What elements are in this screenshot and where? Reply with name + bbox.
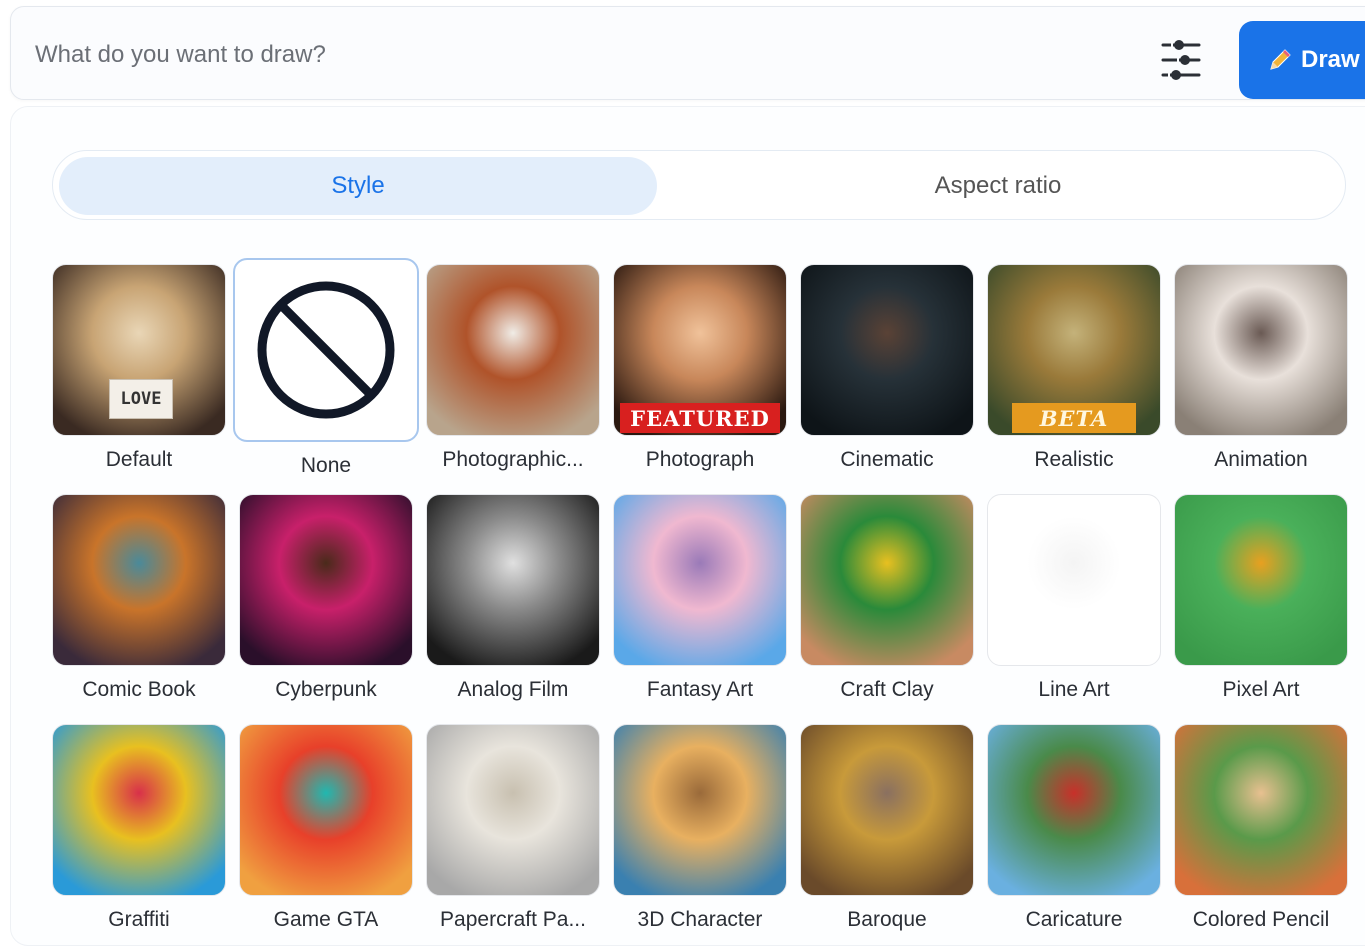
style-label: Photograph (645, 448, 755, 471)
style-thumbnail (239, 494, 413, 666)
style-option[interactable]: Craft Clay (800, 494, 974, 702)
style-thumbnail: FEATURED (613, 264, 787, 436)
style-option[interactable]: Fantasy Art (613, 494, 787, 702)
style-thumbnail (613, 724, 787, 896)
style-thumbnail (613, 494, 787, 666)
style-option[interactable]: Pixel Art (1174, 494, 1348, 702)
style-thumbnail (52, 724, 226, 896)
tab-aspect-ratio-label: Aspect ratio (934, 172, 1062, 199)
style-thumbnail (987, 494, 1161, 666)
featured-badge: FEATURED (620, 403, 780, 433)
style-option[interactable]: Cinematic (800, 264, 974, 472)
style-thumbnail (426, 264, 600, 436)
style-thumbnail (1174, 724, 1348, 896)
options-tabs: Style Aspect ratio (52, 150, 1346, 220)
prompt-bar: Draw (10, 6, 1365, 100)
style-thumbnail (1174, 264, 1348, 436)
style-label: Colored Pencil (1192, 908, 1330, 931)
style-label: Analog Film (457, 678, 569, 701)
style-label: Craft Clay (840, 678, 934, 701)
style-thumbnail: LOVE (52, 264, 226, 436)
style-label: Realistic (1034, 448, 1114, 471)
style-option[interactable]: None (233, 258, 419, 478)
style-thumbnail (987, 724, 1161, 896)
style-option[interactable]: BETA Realistic (987, 264, 1161, 472)
style-label: Pixel Art (1222, 678, 1300, 701)
style-label: Default (105, 448, 173, 471)
style-label: Cyberpunk (275, 678, 377, 701)
style-thumbnail (426, 724, 600, 896)
style-label: Line Art (1038, 678, 1110, 701)
style-thumbnail (52, 494, 226, 666)
draw-button-label: Draw (1301, 46, 1360, 73)
style-option[interactable]: Animation (1174, 264, 1348, 472)
style-label: Papercraft Pa... (440, 908, 586, 931)
style-option[interactable]: LOVE Default (52, 264, 226, 472)
prohibited-icon (257, 281, 395, 419)
style-option[interactable]: Comic Book (52, 494, 226, 702)
love-sign-badge: LOVE (109, 379, 173, 419)
style-option[interactable]: Papercraft Pa... (426, 724, 600, 932)
style-thumbnail (239, 724, 413, 896)
style-label: Baroque (847, 908, 927, 931)
style-thumbnail: BETA (987, 264, 1161, 436)
style-option[interactable]: Game GTA (239, 724, 413, 932)
style-option[interactable]: Colored Pencil (1174, 724, 1348, 932)
style-option[interactable]: FEATURED Photograph (613, 264, 787, 472)
style-thumbnail (1174, 494, 1348, 666)
none-style-thumbnail (233, 258, 419, 442)
style-option[interactable]: Caricature (987, 724, 1161, 932)
style-label: Caricature (1025, 908, 1123, 931)
style-label: Fantasy Art (646, 678, 754, 701)
style-option[interactable]: Line Art (987, 494, 1161, 702)
prompt-input[interactable] (35, 35, 1115, 75)
pencil-icon (1270, 49, 1291, 70)
style-option[interactable]: Baroque (800, 724, 974, 932)
beta-badge: BETA (1012, 403, 1136, 433)
style-label: 3D Character (637, 908, 763, 931)
tab-aspect-ratio[interactable]: Aspect ratio (699, 157, 1297, 215)
style-option[interactable]: Photographic... (426, 264, 600, 472)
style-option[interactable]: 3D Character (613, 724, 787, 932)
style-label: None (300, 454, 352, 477)
style-option[interactable]: Analog Film (426, 494, 600, 702)
style-label: Graffiti (108, 908, 170, 931)
style-thumbnail (426, 494, 600, 666)
style-thumbnail (800, 494, 974, 666)
style-label: Comic Book (82, 678, 196, 701)
tab-style-label: Style (331, 172, 385, 199)
style-thumbnail (800, 264, 974, 436)
style-thumbnail (800, 724, 974, 896)
sliders-icon (1161, 40, 1201, 80)
style-option[interactable]: Graffiti (52, 724, 226, 932)
style-option[interactable]: Cyberpunk (239, 494, 413, 702)
style-label: Cinematic (840, 448, 934, 471)
draw-button[interactable]: Draw (1239, 21, 1365, 99)
style-label: Animation (1214, 448, 1308, 471)
style-label: Photographic... (442, 448, 584, 471)
settings-sliders-button[interactable] (1159, 37, 1203, 83)
style-label: Game GTA (273, 908, 379, 931)
tab-style[interactable]: Style (59, 157, 657, 215)
